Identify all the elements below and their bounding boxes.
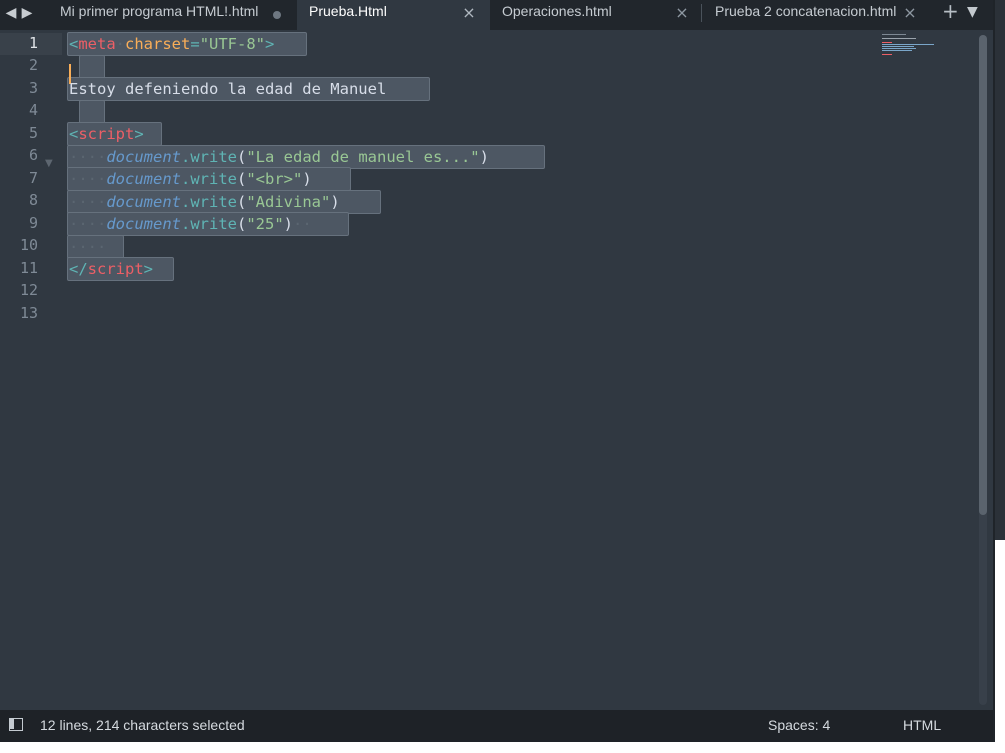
selection-region: [79, 55, 105, 79]
tab-prueba[interactable]: Prueba.Html ×: [297, 0, 490, 30]
back-arrow-icon[interactable]: ◀: [4, 3, 18, 23]
code-line-8: ····document.write("Adivina"): [69, 191, 340, 213]
close-tab-icon[interactable]: ×: [675, 3, 689, 23]
tag-name: meta: [78, 35, 116, 53]
tab-label: Prueba.Html: [309, 3, 387, 19]
tab-label: Operaciones.html: [502, 3, 612, 19]
tag-bracket: >: [134, 125, 144, 143]
minimap[interactable]: [882, 34, 958, 64]
code-editor[interactable]: <meta·charset="UTF-8"> Estoy defeniendo …: [0, 30, 993, 710]
indent-guide: ····: [69, 193, 107, 211]
method-name: write: [190, 215, 237, 233]
method-name: write: [190, 170, 237, 188]
tag-name: script: [87, 260, 144, 278]
method-name: write: [190, 148, 237, 166]
paren: (: [237, 170, 247, 188]
tab-bar: ◀ ▶ Mi primer programa HTML!.html Prueba…: [0, 0, 993, 30]
selection-status: 12 lines, 214 characters selected: [40, 717, 245, 733]
plain-text: Estoy defeniendo la edad de Manuel: [69, 80, 387, 98]
tab-mi-primer-programa[interactable]: Mi primer programa HTML!.html: [48, 0, 297, 30]
paren: ): [479, 148, 489, 166]
dot-operator: .: [180, 215, 191, 233]
tag-bracket: <: [69, 35, 79, 53]
forward-arrow-icon[interactable]: ▶: [20, 3, 34, 23]
code-line-7: ····document.write("<br>"): [69, 168, 312, 190]
tab-label: Mi primer programa HTML!.html: [60, 3, 259, 19]
object-name: document: [106, 193, 181, 211]
object-name: document: [106, 170, 181, 188]
tab-prueba-2-concatenacion[interactable]: Prueba 2 concatenacion.html ×: [703, 0, 931, 30]
dot-operator: .: [180, 193, 191, 211]
paren: ): [330, 193, 340, 211]
new-tab-plus-icon[interactable]: +: [942, 1, 959, 21]
attribute-value: "UTF-8": [199, 35, 266, 53]
equals-sign: =: [190, 35, 200, 53]
trailing-whitespace: ··: [293, 215, 312, 233]
tag-bracket: <: [69, 125, 79, 143]
string-literal: "La edad de manuel es...": [246, 148, 480, 166]
string-literal: "25": [246, 215, 284, 233]
tab-label: Prueba 2 concatenacion.html: [715, 3, 897, 19]
tag-bracket: </: [69, 260, 88, 278]
code-line-6: ····document.write("La edad de manuel es…: [69, 146, 489, 168]
object-name: document: [106, 215, 181, 233]
code-line-11: </script>: [69, 258, 153, 280]
dot-operator: .: [180, 148, 191, 166]
close-tab-icon[interactable]: ×: [462, 3, 476, 23]
desktop-background: [0, 742, 1005, 753]
code-line-5: <script>: [69, 123, 144, 145]
scrollbar-thumb[interactable]: [979, 35, 987, 515]
code-line-3: Estoy defeniendo la edad de Manuel: [69, 78, 386, 100]
panel-toggle-icon[interactable]: [9, 718, 23, 731]
paren: (: [237, 193, 247, 211]
window-edge: [993, 0, 1005, 742]
indent-guide: ····: [69, 148, 107, 166]
string-literal: "<br>": [246, 170, 303, 188]
object-name: document: [106, 148, 181, 166]
indent-guide: ····: [69, 170, 107, 188]
indentation-setting[interactable]: Spaces: 4: [768, 717, 830, 733]
syntax-selector[interactable]: HTML: [903, 717, 941, 733]
tab-divider: [701, 4, 702, 22]
paren: (: [237, 215, 247, 233]
tag-name: script: [78, 125, 135, 143]
tab-list-dropdown-icon[interactable]: ▼: [967, 2, 978, 22]
attribute-name: charset: [125, 35, 191, 53]
code-line-10: ····: [69, 236, 106, 258]
method-name: write: [190, 193, 237, 211]
dot-operator: .: [180, 170, 191, 188]
paren: (: [237, 148, 247, 166]
tab-operaciones[interactable]: Operaciones.html ×: [490, 0, 701, 30]
status-bar: 12 lines, 214 characters selected Spaces…: [0, 710, 993, 742]
unsaved-dot-icon[interactable]: [273, 11, 281, 19]
paren: ): [302, 170, 312, 188]
string-literal: "Adivina": [246, 193, 331, 211]
close-tab-icon[interactable]: ×: [903, 3, 917, 23]
paren: ): [283, 215, 294, 233]
indent-guide: ····: [69, 238, 107, 256]
code-line-1: <meta·charset="UTF-8">: [69, 35, 275, 53]
tag-bracket: >: [265, 35, 275, 53]
selection-region: [79, 100, 105, 124]
indent-guide: ····: [69, 215, 107, 233]
tag-bracket: >: [143, 260, 154, 278]
code-line-9: ····document.write("25")··: [69, 213, 312, 235]
editor-window: ◀ ▶ Mi primer programa HTML!.html Prueba…: [0, 0, 993, 742]
